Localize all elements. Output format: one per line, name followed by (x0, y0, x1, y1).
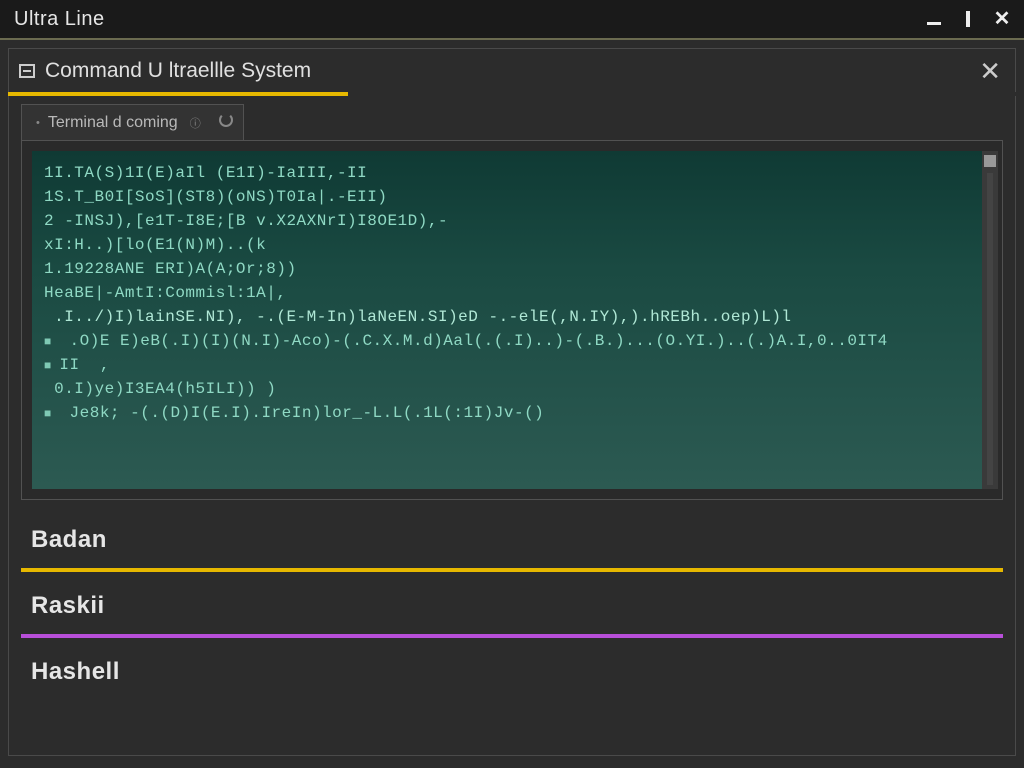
terminal-line: 1S.T_B0I[SoS](ST8)(oNS)T0Ia|.-EII) (44, 185, 970, 209)
list-item[interactable]: Hashell (21, 638, 1003, 700)
window-controls: ✕ (926, 11, 1018, 27)
terminal-line: xI:H..)[lo(E1(N)M)..(k (44, 233, 970, 257)
terminal-line: .O)E E)eB(.I)(I)(N.I)-Aco)-(.C.X.M.d)Aal… (44, 329, 970, 353)
terminal-line: 1.19228ANE ERI)A(A;Or;8)) (44, 257, 970, 281)
titlebar: Ultra Line ✕ (0, 0, 1024, 38)
terminal-line: .I../)I)lainSE.NI), -.(E-M-In)laNeEN.SI)… (44, 305, 970, 329)
terminal-line: Je8k; -(.(D)I(E.I).IreIn)lor_-L.L(.1L(:1… (44, 401, 970, 425)
terminal-line: 2 -INSJ),[e1T-I8E;[B v.X2AXNrI)I8OE1D),- (44, 209, 970, 233)
close-button[interactable]: ✕ (994, 11, 1010, 27)
tab-label: Terminal d coming (48, 114, 178, 132)
panel-header: Command U ltraellle System ✕ (8, 48, 1016, 92)
tab-info-icon: ⓘ (190, 115, 201, 131)
terminal-line: 1I.TA(S)1I(E)aIl (E1I)-IaIII,-II (44, 161, 970, 185)
panel-icon (19, 64, 35, 78)
tabstrip: • Terminal d coming ⓘ (21, 104, 1003, 140)
list-item[interactable]: Raskii (21, 572, 1003, 638)
terminal-line: II , (44, 353, 970, 377)
terminal-output[interactable]: 1I.TA(S)1I(E)aIl (E1I)-IaIII,-II1S.T_B0I… (32, 151, 982, 489)
panel-close-button[interactable]: ✕ (975, 58, 1005, 84)
app-body: Command U ltraellle System ✕ • Terminal … (0, 38, 1024, 768)
scroll-track (987, 173, 993, 485)
list-item[interactable]: Badan (21, 506, 1003, 572)
panel-title: Command U ltraellle System (45, 59, 311, 83)
reload-icon[interactable] (219, 113, 233, 127)
close-icon: ✕ (994, 9, 1011, 29)
maximize-button[interactable] (960, 11, 976, 27)
scroll-button-icon (984, 155, 996, 167)
terminal-frame: 1I.TA(S)1I(E)aIl (E1I)-IaIII,-II1S.T_B0I… (21, 140, 1003, 500)
scrollbar[interactable] (982, 151, 998, 489)
panel-body: • Terminal d coming ⓘ 1I.TA(S)1I(E)aIl (… (8, 96, 1016, 756)
window-title: Ultra Line (14, 8, 105, 31)
minimize-button[interactable] (926, 11, 942, 27)
tab-terminal[interactable]: • Terminal d coming ⓘ (21, 104, 244, 140)
tab-dot-icon: • (36, 117, 40, 129)
terminal-line: 0.I)ye)I3EA4(h5ILI)) ) (44, 377, 970, 401)
terminal-line: HeaBE|-AmtI:Commisl:1A|, (44, 281, 970, 305)
shell-list: BadanRaskiiHashell (21, 506, 1003, 700)
